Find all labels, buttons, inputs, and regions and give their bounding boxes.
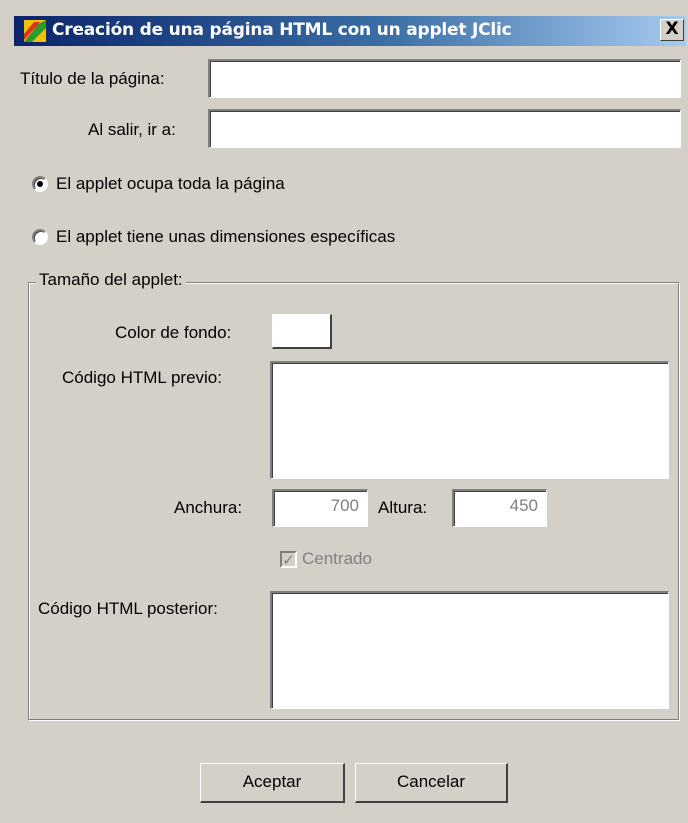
centered-checkbox-row[interactable]: ✓ Centrado bbox=[280, 549, 372, 569]
close-button[interactable]: X bbox=[660, 19, 684, 41]
width-field[interactable]: 700 bbox=[272, 489, 368, 527]
width-value: 700 bbox=[330, 496, 359, 515]
on-exit-input[interactable] bbox=[210, 111, 680, 147]
radio-full-page[interactable]: El applet ocupa toda la página bbox=[32, 174, 285, 194]
dialog-window: Creación de una página HTML con un apple… bbox=[0, 0, 688, 823]
close-icon: X bbox=[665, 19, 679, 39]
page-title-label: Título de la página: bbox=[20, 69, 165, 88]
radio-full-page-indicator[interactable] bbox=[32, 176, 48, 192]
jclic-app-icon bbox=[24, 20, 46, 42]
bg-color-swatch[interactable] bbox=[272, 314, 332, 349]
cancel-button[interactable]: Cancelar bbox=[355, 763, 508, 803]
radio-specific-dims-label: El applet tiene unas dimensiones específ… bbox=[56, 227, 396, 246]
window-title: Creación de una página HTML con un apple… bbox=[52, 20, 512, 40]
height-field[interactable]: 450 bbox=[452, 489, 547, 527]
centered-label: Centrado bbox=[302, 549, 372, 568]
height-value: 450 bbox=[509, 496, 538, 515]
bg-color-label: Color de fondo: bbox=[115, 323, 232, 342]
radio-full-page-label: El applet ocupa toda la página bbox=[56, 174, 285, 193]
applet-size-group-title: Tamaño del applet: bbox=[36, 270, 186, 290]
on-exit-label: Al salir, ir a: bbox=[88, 120, 176, 139]
centered-checkbox[interactable]: ✓ bbox=[280, 550, 297, 568]
on-exit-field[interactable] bbox=[208, 109, 681, 148]
title-bar[interactable]: Creación de una página HTML con un apple… bbox=[14, 16, 686, 46]
html-before-label: Código HTML previo: bbox=[62, 368, 222, 387]
height-label: Altura: bbox=[378, 498, 428, 517]
radio-specific-dims[interactable]: El applet tiene unas dimensiones específ… bbox=[32, 227, 395, 247]
accept-button[interactable]: Aceptar bbox=[200, 763, 345, 803]
html-before-textarea[interactable] bbox=[270, 361, 669, 479]
html-after-label: Código HTML posterior: bbox=[38, 599, 218, 618]
radio-specific-dims-indicator[interactable] bbox=[32, 229, 48, 245]
html-after-textarea[interactable] bbox=[270, 591, 669, 709]
page-title-input[interactable] bbox=[210, 61, 680, 97]
page-title-field[interactable] bbox=[208, 59, 681, 98]
width-label: Anchura: bbox=[174, 498, 243, 517]
